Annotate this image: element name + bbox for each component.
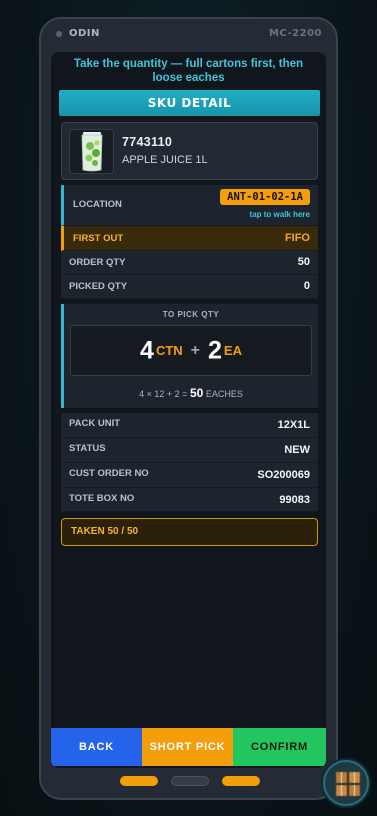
instruction-text: Take the quantity — full cartons first, … — [73, 58, 304, 84]
action-bar: BACK SHORT PICK CONFIRM — [51, 728, 326, 766]
location-label: LOCATION — [73, 199, 122, 210]
short-pick-button[interactable]: SHORT PICK — [142, 728, 233, 766]
cust-order-value: SO200069 — [257, 469, 310, 481]
cust-order-row: CUST ORDER NO SO200069 — [61, 463, 318, 488]
carton-count: 4 — [140, 336, 154, 365]
device-model: MC-2200 — [268, 28, 322, 39]
formula-total: 50 — [189, 386, 204, 400]
hardware-button-right[interactable] — [222, 776, 260, 786]
product-card: 7743110 APPLE JUICE 1L — [61, 122, 318, 180]
to-pick-quantity: 4 CTN +2 EA — [70, 325, 312, 376]
location-row[interactable]: LOCATION ANT-01-02-1A tap to walk here — [61, 185, 318, 226]
first-out-label: FIRST OUT — [73, 233, 124, 244]
formula-expression: 4 × 12 + 2 = — [139, 389, 188, 399]
pack-unit-label: PACK UNIT — [69, 418, 121, 429]
pack-unit-value: 12X1L — [277, 419, 310, 431]
order-qty-row: ORDER QTY 50 — [61, 251, 318, 275]
first-out-row: FIRST OUT FIFO — [61, 226, 318, 251]
picked-qty-label: PICKED QTY — [69, 281, 128, 292]
carton-unit: CTN — [155, 343, 183, 359]
picked-qty-row: PICKED QTY 0 — [61, 275, 318, 299]
walk-here-link[interactable]: tap to walk here — [250, 210, 310, 219]
plus-sign: + — [190, 342, 200, 360]
status-row: STATUS NEW — [61, 438, 318, 463]
cust-order-label: CUST ORDER NO — [69, 468, 149, 479]
status-led — [56, 31, 62, 37]
confirm-button[interactable]: CONFIRM — [233, 728, 326, 766]
product-sku: 7743110 — [122, 135, 173, 149]
device-brand: ODIN — [69, 28, 100, 39]
to-pick-panel: TO PICK QTY 4 CTN +2 EA 4 × 12 + 2 = 50 EAC… — [61, 304, 318, 408]
device-screen: Take the quantity — full cartons first, … — [51, 52, 326, 768]
status-label: STATUS — [69, 443, 106, 454]
taken-status-bar: TAKEN 50 / 50 — [61, 518, 318, 546]
boxes-icon — [335, 771, 361, 797]
tote-box-row: TOTE BOX NO 99083 — [61, 488, 318, 512]
pack-unit-row: PACK UNIT 12X1L — [61, 413, 318, 438]
formula-unit: EACHES — [205, 389, 243, 399]
order-qty-label: ORDER QTY — [69, 257, 126, 268]
device-header: ODIN MC-2200 — [41, 19, 336, 51]
picked-qty-value: 0 — [303, 280, 310, 292]
first-out-value: FIFO — [284, 232, 310, 244]
handheld-device: ODIN MC-2200 Take the quantity — full ca… — [39, 17, 338, 800]
juice-bottle-icon — [81, 132, 103, 172]
back-button[interactable]: BACK — [51, 728, 142, 766]
tote-box-value: 99083 — [279, 494, 310, 506]
hardware-button-center[interactable] — [171, 776, 209, 786]
location-code-badge[interactable]: ANT-01-02-1A — [220, 189, 310, 205]
status-value: NEW — [284, 444, 310, 456]
product-image — [69, 129, 114, 174]
floating-action-button[interactable] — [323, 760, 369, 806]
order-qty-value: 50 — [297, 256, 310, 268]
each-count: 2 — [208, 336, 222, 365]
quantity-formula: 4 × 12 + 2 = 50 EACHES — [64, 386, 318, 400]
each-unit: EA — [223, 343, 242, 359]
tote-box-label: TOTE BOX NO — [69, 493, 135, 504]
sku-detail-button[interactable]: SKU DETAIL — [59, 90, 320, 116]
hardware-button-left[interactable] — [120, 776, 158, 786]
product-name: APPLE JUICE 1L — [122, 154, 208, 166]
to-pick-title: TO PICK QTY — [162, 310, 220, 319]
